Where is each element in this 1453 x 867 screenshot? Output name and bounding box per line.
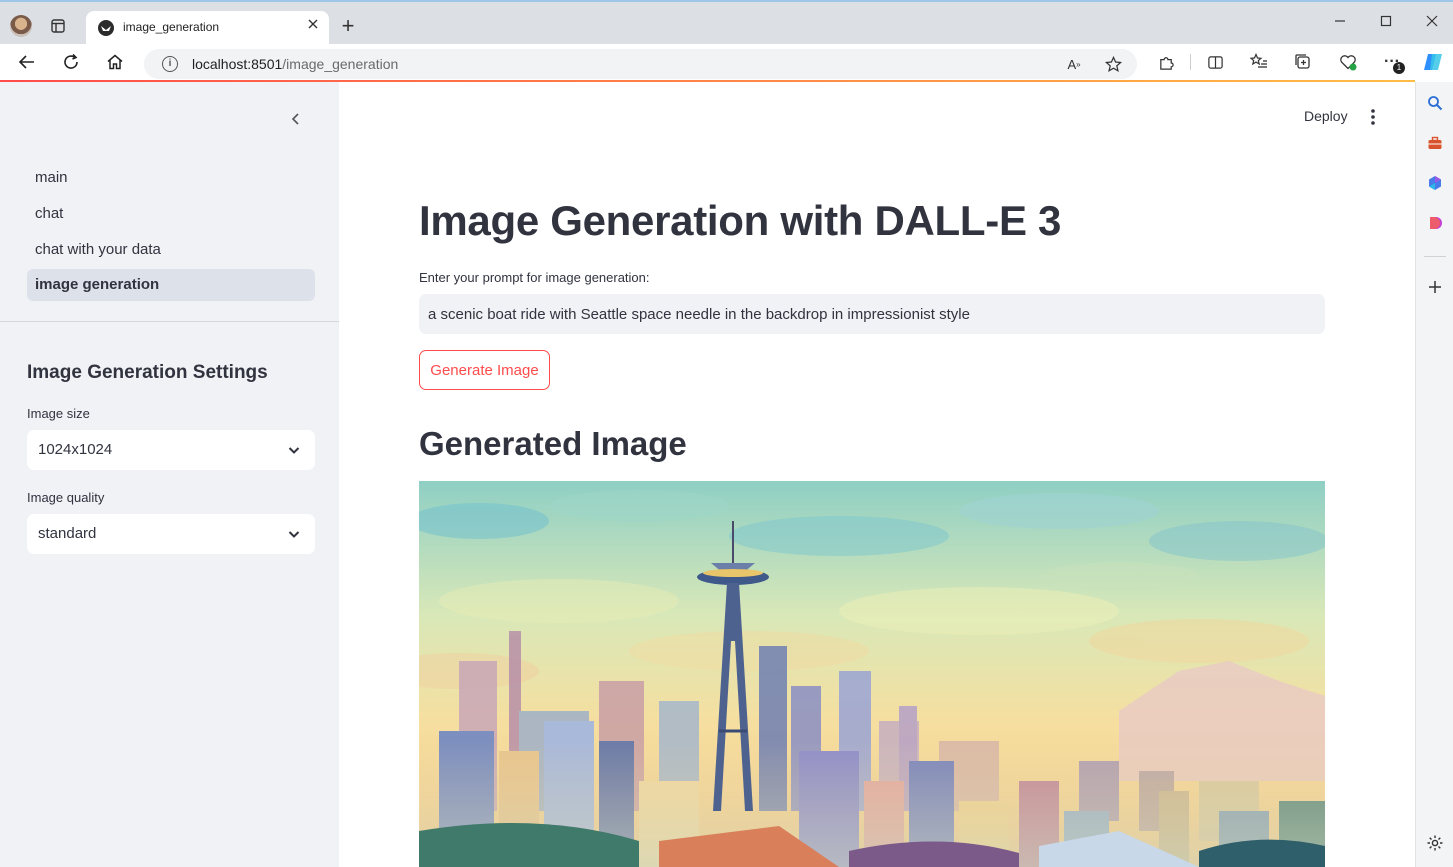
main-menu-kebab-icon[interactable]	[1367, 106, 1379, 128]
close-window-icon[interactable]	[1422, 11, 1442, 31]
address-bar[interactable]: i localhost:8501/image_generation A»	[144, 49, 1137, 79]
image-quality-select[interactable]: standard	[27, 514, 315, 554]
sidebar-item-chat[interactable]: chat	[27, 198, 315, 230]
sidebar-item-image-generation[interactable]: image generation	[27, 269, 315, 301]
site-info-icon[interactable]: i	[162, 56, 178, 72]
settings-heading: Image Generation Settings	[27, 362, 268, 383]
minimize-icon[interactable]	[1330, 11, 1350, 31]
profile-avatar[interactable]	[10, 15, 32, 37]
collapse-sidebar-chevron-icon[interactable]	[287, 110, 305, 128]
sidebar-item-chat-with-your-data[interactable]: chat with your data	[27, 234, 315, 266]
streamlit-favicon-icon	[98, 20, 114, 36]
split-screen-icon[interactable]	[1205, 52, 1225, 72]
toolbar-divider	[1190, 54, 1191, 70]
designer-icon[interactable]	[1425, 213, 1445, 233]
favorites-list-icon[interactable]	[1249, 52, 1269, 72]
back-arrow-icon[interactable]	[16, 52, 38, 72]
tab-close-icon[interactable]	[307, 17, 319, 35]
url-text[interactable]: localhost:8501/image_generation	[192, 56, 398, 72]
url-host: localhost:8501	[192, 56, 283, 72]
generate-image-button[interactable]: Generate Image	[419, 350, 550, 390]
chevron-down-icon	[285, 441, 303, 459]
generated-image	[419, 481, 1325, 867]
search-icon[interactable]	[1425, 93, 1445, 113]
sidebar-item-main[interactable]: main	[27, 162, 315, 194]
add-rail-item-icon[interactable]	[1425, 277, 1445, 297]
page-title: Image Generation with DALL-E 3	[419, 197, 1062, 244]
image-quality-value: standard	[38, 525, 97, 542]
settings-gear-icon[interactable]	[1425, 833, 1445, 853]
prompt-input[interactable]	[419, 294, 1325, 334]
extension-badge: 1	[1393, 62, 1405, 74]
tab-actions-icon[interactable]	[48, 16, 68, 36]
office-icon[interactable]	[1425, 173, 1445, 193]
deploy-button[interactable]: Deploy	[1304, 108, 1348, 124]
favorite-star-icon[interactable]	[1103, 55, 1123, 73]
maximize-icon[interactable]	[1376, 11, 1396, 31]
new-tab-button[interactable]: +	[338, 13, 358, 38]
image-size-select[interactable]: 1024x1024	[27, 430, 315, 470]
sidebar-divider	[0, 321, 339, 322]
url-path: /image_generation	[282, 56, 399, 72]
tab-title: image_generation	[123, 20, 220, 34]
generated-image-heading: Generated Image	[419, 425, 687, 462]
read-aloud-icon[interactable]: A»	[1064, 55, 1084, 73]
main-content: Deploy Image Generation with DALL-E 3 En…	[339, 82, 1415, 867]
tab-image-generation[interactable]: image_generation	[86, 11, 329, 46]
refresh-icon[interactable]	[60, 52, 82, 72]
image-quality-label: Image quality	[27, 490, 105, 505]
collections-icon[interactable]	[1293, 52, 1313, 72]
tools-briefcase-icon[interactable]	[1425, 133, 1445, 153]
image-size-label: Image size	[27, 406, 90, 421]
chevron-down-icon	[285, 525, 303, 543]
browser-toolbar: i localhost:8501/image_generation A» ···…	[0, 44, 1453, 80]
browser-essentials-icon[interactable]	[1337, 52, 1359, 72]
rail-divider	[1424, 256, 1446, 257]
copilot-icon[interactable]	[1422, 52, 1444, 72]
image-size-value: 1024x1024	[38, 441, 113, 458]
prompt-label: Enter your prompt for image generation:	[419, 270, 650, 285]
browser-side-rail	[1415, 82, 1453, 867]
sidebar: main chat chat with your data image gene…	[0, 82, 339, 867]
home-icon[interactable]	[104, 52, 126, 72]
browser-title-bar: image_generation +	[0, 0, 1453, 46]
extensions-puzzle-icon[interactable]	[1156, 52, 1176, 72]
